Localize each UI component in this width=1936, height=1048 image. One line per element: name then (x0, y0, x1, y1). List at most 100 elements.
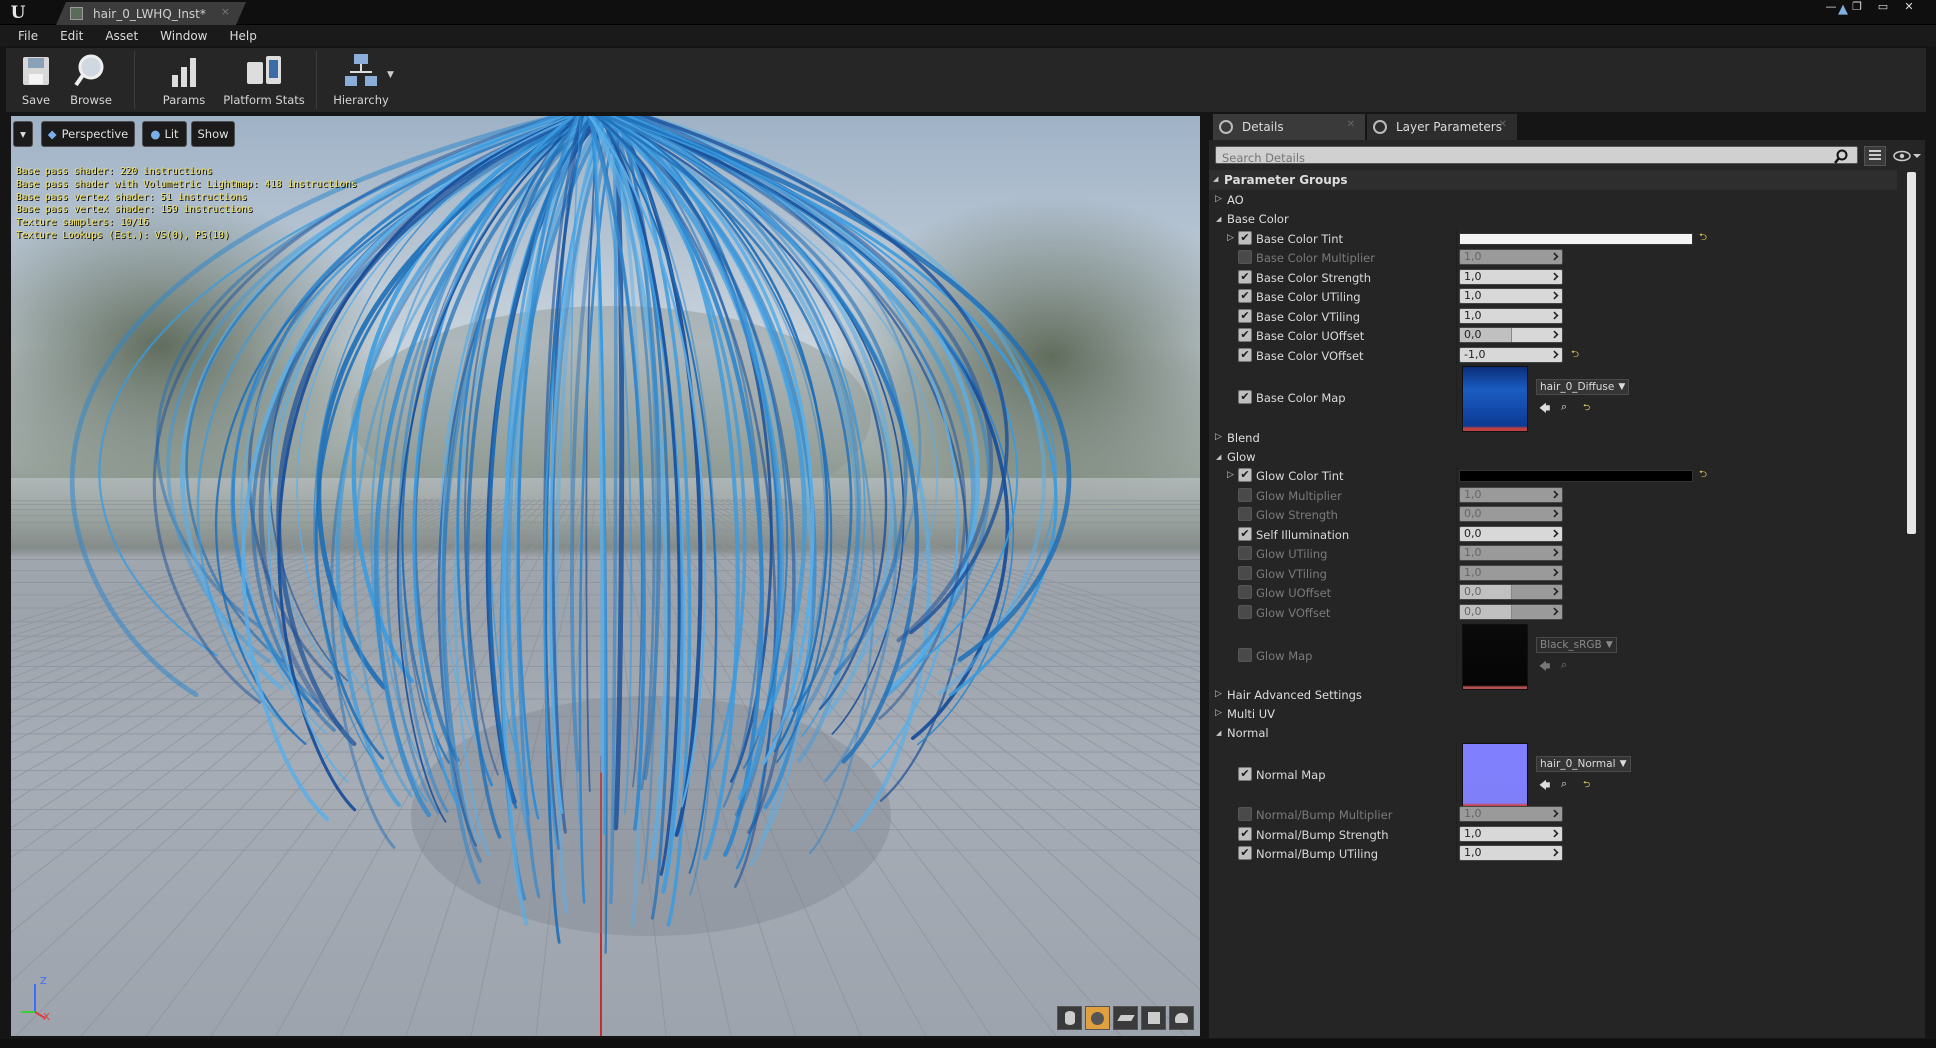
parameter-groups-header[interactable]: ◢ Parameter Groups (1209, 170, 1897, 190)
spin-arrow-icon[interactable] (1550, 272, 1559, 281)
plane-mesh-button[interactable] (1113, 1006, 1138, 1030)
spin-arrow-icon[interactable] (1550, 330, 1559, 339)
close-tab-icon[interactable]: × (221, 5, 230, 18)
spin-arrow-icon[interactable] (1550, 848, 1559, 857)
color-swatch[interactable] (1459, 233, 1693, 245)
override-checkbox[interactable]: ✔ (1238, 527, 1252, 541)
menu-window[interactable]: Window (160, 29, 207, 43)
override-checkbox[interactable]: ✔ (1238, 468, 1252, 482)
browse-asset-icon[interactable]: ⌕ (1561, 400, 1577, 414)
spin-arrow-icon[interactable] (1550, 252, 1559, 261)
reset-to-default-icon[interactable]: ⮌ (1699, 470, 1708, 480)
number-field[interactable]: 1,0 (1459, 487, 1563, 503)
number-field[interactable]: 0,0 (1459, 506, 1563, 522)
texture-thumbnail[interactable] (1462, 743, 1528, 809)
cylinder-mesh-button[interactable] (1057, 1006, 1082, 1030)
expanded-arrow-icon[interactable]: ◢ (1216, 453, 1221, 461)
menu-file[interactable]: File (18, 29, 38, 43)
tab-layer-parameters[interactable]: Layer Parameters ✕ (1367, 114, 1517, 140)
minimize-icon[interactable]: — (1818, 0, 1844, 14)
sphere-mesh-button[interactable] (1085, 1006, 1110, 1030)
spin-arrow-icon[interactable] (1550, 568, 1559, 577)
category-row[interactable]: ▷ Hair Advanced Settings (1209, 685, 1897, 704)
override-checkbox[interactable]: ✔ (1238, 328, 1252, 342)
category-row[interactable]: ▷ Multi UV (1209, 704, 1897, 723)
collapsed-arrow-icon[interactable]: ▷ (1227, 470, 1234, 480)
collapsed-arrow-icon[interactable]: ▷ (1215, 432, 1222, 442)
number-field[interactable]: 1,0 (1459, 565, 1563, 581)
search-input[interactable] (1216, 150, 1857, 166)
collapsed-arrow-icon[interactable]: ▷ (1215, 708, 1222, 718)
category-row[interactable]: ◢ Base Color (1209, 209, 1897, 228)
lit-button[interactable]: ● Lit (142, 121, 187, 147)
number-field[interactable]: 1,0 (1459, 545, 1563, 561)
view-options-button[interactable] (1892, 146, 1922, 166)
override-checkbox[interactable] (1238, 250, 1252, 264)
spin-arrow-icon[interactable] (1550, 809, 1559, 818)
override-checkbox[interactable] (1238, 566, 1252, 580)
number-field[interactable]: 1,0 (1459, 269, 1563, 285)
number-field[interactable]: 0,0 (1459, 526, 1563, 542)
close-window-icon[interactable]: ✕ (1896, 0, 1922, 14)
override-checkbox[interactable] (1238, 605, 1252, 619)
reset-to-default-icon[interactable]: ⮌ (1583, 777, 1599, 791)
category-row[interactable]: ◢ Normal (1209, 723, 1897, 742)
browse-asset-icon[interactable]: ⌕ (1561, 777, 1577, 791)
hierarchy-dropdown-icon[interactable]: ▼ (387, 70, 394, 80)
viewport-options-button[interactable]: ▾ (13, 121, 33, 147)
reset-to-default-icon[interactable]: ⮌ (1583, 400, 1599, 414)
expanded-arrow-icon[interactable]: ◢ (1216, 215, 1221, 223)
number-field[interactable]: 1,0 (1459, 308, 1563, 324)
number-field[interactable]: 0,0 (1459, 604, 1563, 620)
use-selected-icon[interactable]: 🡄 (1539, 400, 1555, 415)
hierarchy-button[interactable]: Hierarchy (330, 52, 392, 110)
params-button[interactable]: Params (156, 52, 212, 110)
number-field[interactable]: 1,0 (1459, 806, 1563, 822)
document-tab[interactable]: hair_0_LWHQ_Inst* × (56, 2, 246, 25)
number-field[interactable]: 1,0 (1459, 288, 1563, 304)
collapsed-arrow-icon[interactable]: ▷ (1215, 689, 1222, 699)
property-matrix-button[interactable] (1864, 146, 1886, 166)
spin-arrow-icon[interactable] (1550, 509, 1559, 518)
expand-arrow-icon[interactable]: ◢ (1213, 175, 1218, 183)
platform-stats-button[interactable]: Platform Stats (218, 52, 310, 110)
override-checkbox[interactable]: ✔ (1238, 289, 1252, 303)
texture-asset-dropdown[interactable]: hair_0_Diffuse ▼ (1536, 379, 1630, 395)
override-checkbox[interactable] (1238, 488, 1252, 502)
override-checkbox[interactable]: ✔ (1238, 390, 1252, 404)
spin-arrow-icon[interactable] (1550, 311, 1559, 320)
show-button[interactable]: Show (191, 121, 235, 147)
texture-asset-dropdown[interactable]: Black_sRGB ▼ (1536, 637, 1617, 653)
spin-arrow-icon[interactable] (1550, 490, 1559, 499)
number-field[interactable]: -1,0 (1459, 347, 1563, 363)
details-scrollbar[interactable] (1907, 172, 1916, 534)
search-icon[interactable] (1833, 149, 1849, 165)
close-tab-icon[interactable]: ✕ (1347, 119, 1355, 130)
collapsed-arrow-icon[interactable]: ▷ (1227, 233, 1234, 243)
preview-viewport[interactable]: ▾ ◆ Perspective ● Lit Show Base pass sha… (11, 116, 1200, 1036)
number-field[interactable]: 0,0 (1459, 584, 1563, 600)
use-selected-icon[interactable]: 🡄 (1539, 658, 1555, 673)
spin-arrow-icon[interactable] (1550, 350, 1559, 359)
override-checkbox[interactable]: ✔ (1238, 767, 1252, 781)
color-swatch[interactable] (1459, 470, 1693, 482)
cube-mesh-button[interactable] (1141, 1006, 1166, 1030)
override-checkbox[interactable]: ✔ (1238, 827, 1252, 841)
reset-to-default-icon[interactable]: ⮌ (1699, 233, 1708, 243)
texture-thumbnail[interactable] (1462, 624, 1528, 690)
category-row[interactable]: ▷ Blend (1209, 428, 1897, 447)
menu-edit[interactable]: Edit (60, 29, 83, 43)
search-details-field[interactable] (1215, 146, 1858, 166)
spin-arrow-icon[interactable] (1550, 587, 1559, 596)
teapot-mesh-button[interactable] (1169, 1006, 1194, 1030)
browse-button[interactable]: Browse (66, 52, 116, 110)
number-field[interactable]: 0,0 (1459, 327, 1563, 343)
texture-thumbnail[interactable] (1462, 366, 1528, 432)
save-button[interactable]: Save (16, 52, 56, 110)
number-field[interactable]: 1,0 (1459, 249, 1563, 265)
override-checkbox[interactable] (1238, 507, 1252, 521)
override-checkbox[interactable]: ✔ (1238, 846, 1252, 860)
number-field[interactable]: 1,0 (1459, 826, 1563, 842)
category-row[interactable]: ◢ Glow (1209, 447, 1897, 466)
override-checkbox[interactable]: ✔ (1238, 348, 1252, 362)
